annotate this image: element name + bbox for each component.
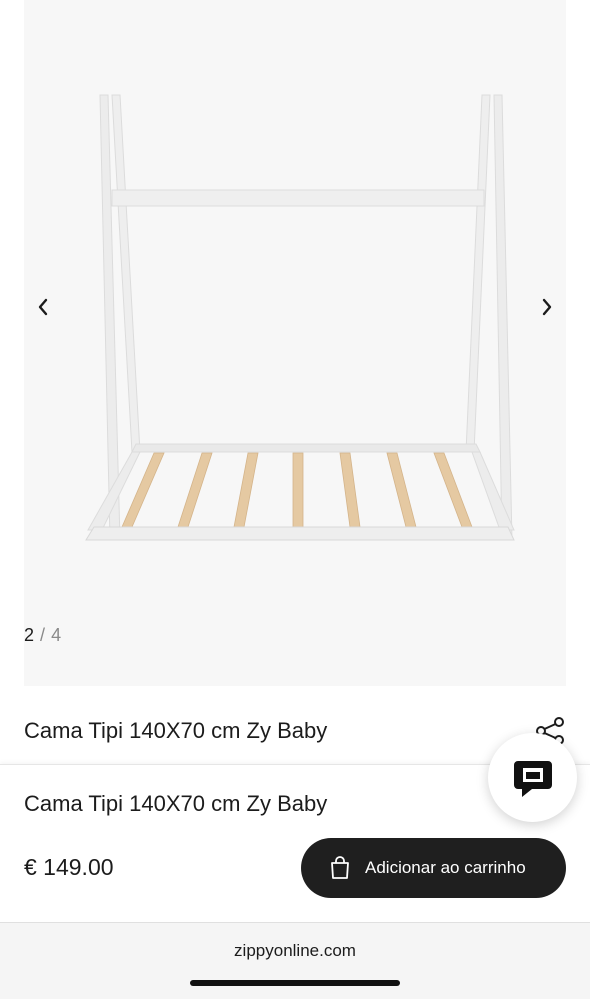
url-text[interactable]: zippyonline.com [0, 941, 590, 961]
add-to-cart-label: Adicionar ao carrinho [365, 858, 526, 877]
browser-address-bar: zippyonline.com [0, 922, 590, 999]
chevron-left-icon [38, 298, 48, 316]
next-image-button[interactable] [532, 290, 562, 324]
product-gallery[interactable]: 2 / 4 [24, 0, 566, 686]
image-counter-separator: / [40, 625, 46, 645]
chat-button[interactable] [488, 733, 577, 822]
image-counter: 2 / 4 [24, 625, 62, 646]
home-indicator[interactable] [190, 980, 400, 986]
product-image [85, 94, 515, 541]
previous-image-button[interactable] [28, 290, 58, 324]
chevron-right-icon [542, 298, 552, 316]
image-counter-current: 2 [24, 625, 35, 645]
product-title: Cama Tipi 140X70 cm Zy Baby [24, 718, 328, 743]
add-to-cart-button[interactable]: Adicionar ao carrinho [301, 838, 566, 898]
product-price: € 149.00 [24, 854, 114, 880]
sticky-product-title: Cama Tipi 140X70 cm Zy Baby [24, 791, 328, 816]
shopping-bag-icon [331, 856, 349, 879]
image-counter-total: 4 [51, 625, 62, 645]
chat-bubble-icon [513, 760, 552, 797]
